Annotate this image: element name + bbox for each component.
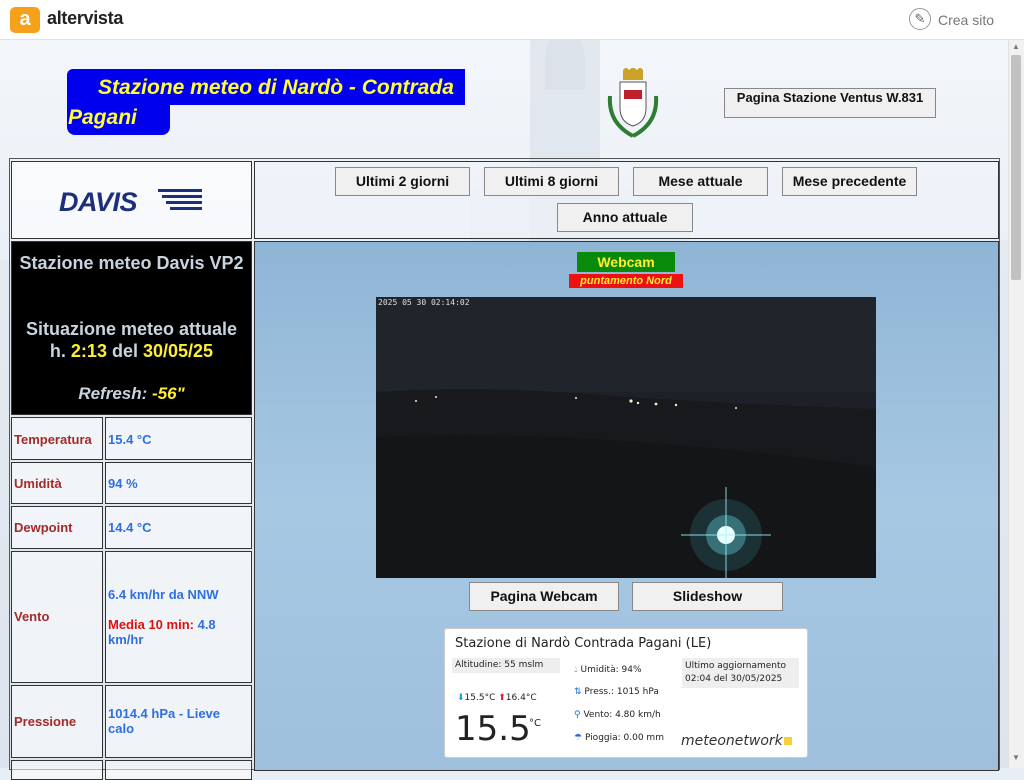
mn-last-update: Ultimo aggiornamento 02:04 del 30/05/202… [682,658,799,688]
webcam-image[interactable] [376,297,876,578]
scroll-down-arrow-icon[interactable]: ▼ [1010,753,1022,765]
vento-media-label: Media 10 min: [108,617,194,632]
time-prefix: h. [49,341,66,361]
mn-altitude: Altitudine: 55 mslm [452,658,560,673]
top-bar [0,0,1024,40]
webcam-label: Webcam [577,252,675,272]
mn-rain: ☂ Pioggia: 0.00 mm [574,733,664,743]
umidita-label: Umidità [14,476,62,491]
davis-logo-stripes-icon [158,189,202,210]
date-prefix: del [111,341,138,361]
pencil-icon[interactable]: ✎ [909,8,931,30]
scroll-up-arrow-icon[interactable]: ▲ [1010,42,1022,54]
webcam-page-button[interactable]: Pagina Webcam [469,582,619,611]
situation-label: Situazione meteo attuale [25,319,238,339]
refresh-label: Refresh: [78,384,148,403]
vento-value: 6.4 km/hr da NNW Media 10 min: 4.8 km/hr [108,587,248,647]
altervista-brand[interactable]: altervista [47,8,123,29]
wind-icon: ⚲ [574,710,581,720]
btn-mese-precedente[interactable]: Mese precedente [782,167,917,196]
crea-sito-link[interactable]: Crea sito [938,12,994,28]
down-arrow-icon: ⬇ [457,693,465,703]
mn-station-title: Stazione di Nardò Contrada Pagani (LE) [455,636,712,651]
mn-update-label: Ultimo aggiornamento [685,661,787,671]
mn-min: 15.5°C [464,693,496,703]
refresh-value: -56" [152,384,185,403]
davis-logo: DAVIS [59,187,138,217]
mn-rain-text: Pioggia: 0.00 mm [584,733,664,743]
meteonetwork-logo: meteonetwork [681,733,792,749]
scrollbar-thumb[interactable] [1011,55,1021,280]
mn-wind: ⚲ Vento: 4.80 km/h [574,710,661,720]
meteonetwork-logo-square-icon [783,737,792,745]
mn-update-value: 02:04 del 30/05/2025 [685,674,783,684]
btn-ultimi-8-giorni[interactable]: Ultimi 8 giorni [484,167,619,196]
btn-mese-attuale[interactable]: Mese attuale [633,167,768,196]
pressione-label: Pressione [14,714,77,729]
row-next-value-cell [105,760,252,780]
station-name: Stazione meteo Davis VP2 [19,253,244,273]
umidita-value: 94 % [108,476,138,491]
btn-ultimi-2-giorni[interactable]: Ultimi 2 giorni [335,167,470,196]
mn-humidity: 💧︎ Umidità: 94% [574,665,642,675]
pressione-value: 1014.4 hPa - Lieve calo [108,706,221,736]
temperatura-value: 15.4 °C [108,432,152,447]
temperatura-label: Temperatura [14,432,92,447]
umbrella-icon: ☂ [574,733,583,743]
mn-temperature: 15.5 [455,709,531,749]
webcam-timestamp: 2025 05 30 02:14:02 [378,298,470,307]
refresh-countdown: Refresh: -56" [14,384,249,404]
btn-anno-attuale[interactable]: Anno attuale [557,203,693,232]
vento-current: 6.4 km/hr da NNW [108,587,219,602]
mn-wind-text: Vento: 4.80 km/h [583,710,661,720]
mn-temperature-unit: °C [529,718,541,729]
situation-date: 30/05/25 [143,341,214,361]
situation-time: 2:13 [70,341,107,361]
webcam-direction-label: puntamento Nord [569,274,683,288]
mn-max: 16.4°C [505,693,537,703]
page-title: Stazione meteo di Nardò - Contrada Pagan… [68,76,454,129]
droplet-icon: 💧︎ [574,665,578,675]
dewpoint-value: 14.4 °C [108,520,152,535]
row-next-label-cell [11,760,103,780]
slideshow-button[interactable]: Slideshow [632,582,783,611]
dewpoint-label: Dewpoint [14,520,73,535]
vento-label: Vento [14,609,50,624]
mn-pressure-text: Press.: 1015 hPa [584,687,659,697]
mn-humidity-text: Umidità: 94% [580,665,642,675]
mn-pressure: ⇅ Press.: 1015 hPa [574,687,659,697]
mn-brand: meteonetwork [681,733,783,749]
altervista-logo-icon[interactable]: a [10,7,40,33]
pressure-icon: ⇅ [574,687,582,697]
up-arrow-icon: ⬆ [498,693,506,703]
current-situation: Situazione meteo attuale h. 2:13 del 30/… [14,318,249,362]
municipal-crest-icon [607,68,659,138]
mn-min-max: ⬇15.5°C ⬆16.4°C [457,693,537,703]
ventus-station-button[interactable]: Pagina Stazione Ventus W.831 [724,88,936,118]
